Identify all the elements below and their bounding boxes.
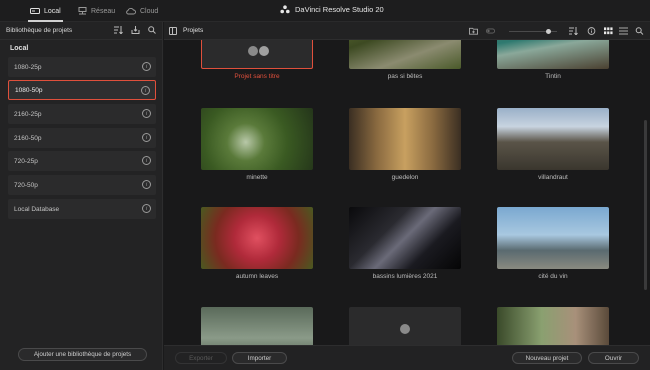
library-panel-header: Bibliothèque de projets (0, 22, 162, 40)
tab-local-label: Local (44, 7, 61, 15)
projects-panel-title: Projets (183, 27, 204, 34)
tab-cloud-label: Cloud (140, 7, 159, 15)
project-name: autumn leaves (235, 273, 279, 280)
empty-project-icon (400, 324, 410, 334)
thumbnail-toggle-icon[interactable] (486, 27, 495, 35)
cloud-icon (126, 8, 136, 15)
info-icon[interactable]: i (141, 86, 150, 95)
library-item-1080-50p[interactable]: 1080-50p i (8, 80, 156, 100)
project-thumbnail[interactable] (349, 207, 461, 269)
project-thumbnail[interactable] (497, 108, 609, 170)
export-button[interactable]: Exporter (175, 352, 227, 364)
sort-icon[interactable] (569, 27, 578, 35)
section-local-label: Local (10, 45, 29, 52)
sort-icon[interactable] (114, 26, 123, 34)
project-thumbnail[interactable] (201, 207, 313, 269)
toggle-sidebar-icon[interactable] (169, 26, 177, 35)
library-item-label: 720-50p (14, 181, 38, 189)
info-icon[interactable]: i (142, 62, 151, 71)
project-thumbnail[interactable] (201, 307, 313, 345)
network-icon (78, 7, 87, 15)
library-item-label: 2160-25p (14, 110, 42, 118)
info-icon[interactable]: i (142, 133, 151, 142)
import-library-icon[interactable] (131, 26, 140, 34)
project-name: pas si bêtes (387, 73, 423, 80)
info-icon[interactable] (587, 27, 596, 35)
projects-grid: Projet sans titre pas si bêtes Tintin mi… (164, 40, 650, 345)
projects-panel-header: Projets (164, 22, 650, 40)
library-item-label: 1080-25p (14, 63, 42, 71)
library-item-720-50p[interactable]: 720-50p i (8, 175, 156, 195)
thumbnail-size-slider-handle[interactable] (546, 29, 551, 34)
tab-local[interactable]: Local (28, 3, 63, 22)
project-name: Tintin (545, 73, 561, 80)
new-project-button[interactable]: Nouveau projet (512, 352, 582, 364)
tab-network-label: Réseau (91, 7, 116, 15)
project-thumbnail[interactable] (497, 40, 609, 69)
grid-view-icon[interactable] (604, 27, 613, 35)
app-title-text: DaVinci Resolve Studio 20 (295, 5, 384, 14)
info-icon[interactable]: i (142, 156, 151, 165)
drive-icon (30, 8, 40, 14)
open-button[interactable]: Ouvrir (588, 352, 639, 364)
search-icon[interactable] (635, 27, 644, 35)
add-project-library-button[interactable]: Ajouter une bibliothèque de projets (18, 348, 147, 361)
library-item-label: Local Database (14, 205, 60, 213)
projects-footer: Exporter Importer Nouveau projet Ouvrir (164, 345, 650, 370)
davinci-logo-icon (280, 5, 290, 14)
library-item-2160-50p[interactable]: 2160-50p i (8, 128, 156, 148)
project-thumbnail[interactable] (349, 307, 461, 345)
app-title: DaVinci Resolve Studio 20 (280, 5, 384, 14)
projects-panel: Projets Projet sans titre pas si bêtes T… (164, 22, 650, 370)
project-name: minette (246, 174, 268, 181)
library-item-label: 2160-50p (14, 134, 42, 142)
project-thumbnail[interactable] (201, 40, 313, 69)
search-icon[interactable] (148, 26, 156, 34)
info-icon[interactable]: i (142, 109, 151, 118)
library-item-2160-25p[interactable]: 2160-25p i (8, 104, 156, 124)
project-name: cité du vin (538, 273, 568, 280)
tab-cloud[interactable]: Cloud (125, 3, 158, 19)
info-icon[interactable]: i (142, 180, 151, 189)
project-thumbnail[interactable] (349, 108, 461, 170)
title-bar: Local Réseau Cloud DaVinci Resolve Studi… (0, 0, 650, 22)
project-name: villandraut (538, 174, 568, 181)
empty-project-icon (248, 46, 269, 56)
project-library-panel: Bibliothèque de projets Local 1080-25p i… (0, 22, 163, 370)
project-name: Projet sans titre (234, 73, 280, 80)
library-item-720-25p[interactable]: 720-25p i (8, 151, 156, 171)
project-thumbnail[interactable] (349, 40, 461, 69)
project-name: guedelon (391, 174, 419, 181)
info-icon[interactable]: i (142, 204, 151, 213)
import-button[interactable]: Importer (232, 352, 287, 364)
tab-network[interactable]: Réseau (78, 3, 115, 19)
library-panel-title: Bibliothèque de projets (6, 27, 73, 34)
library-item-1080-25p[interactable]: 1080-25p i (8, 57, 156, 77)
library-item-label: 1080-50p (15, 86, 43, 94)
project-thumbnail[interactable] (497, 207, 609, 269)
project-thumbnail[interactable] (201, 108, 313, 170)
projects-scrollbar[interactable] (644, 120, 647, 290)
list-view-icon[interactable] (619, 27, 628, 35)
new-folder-icon[interactable] (469, 27, 478, 35)
library-item-label: 720-25p (14, 157, 38, 165)
project-thumbnail[interactable] (497, 307, 609, 345)
project-name: bassins lumières 2021 (372, 273, 438, 280)
library-item-local-database[interactable]: Local Database i (8, 199, 156, 219)
